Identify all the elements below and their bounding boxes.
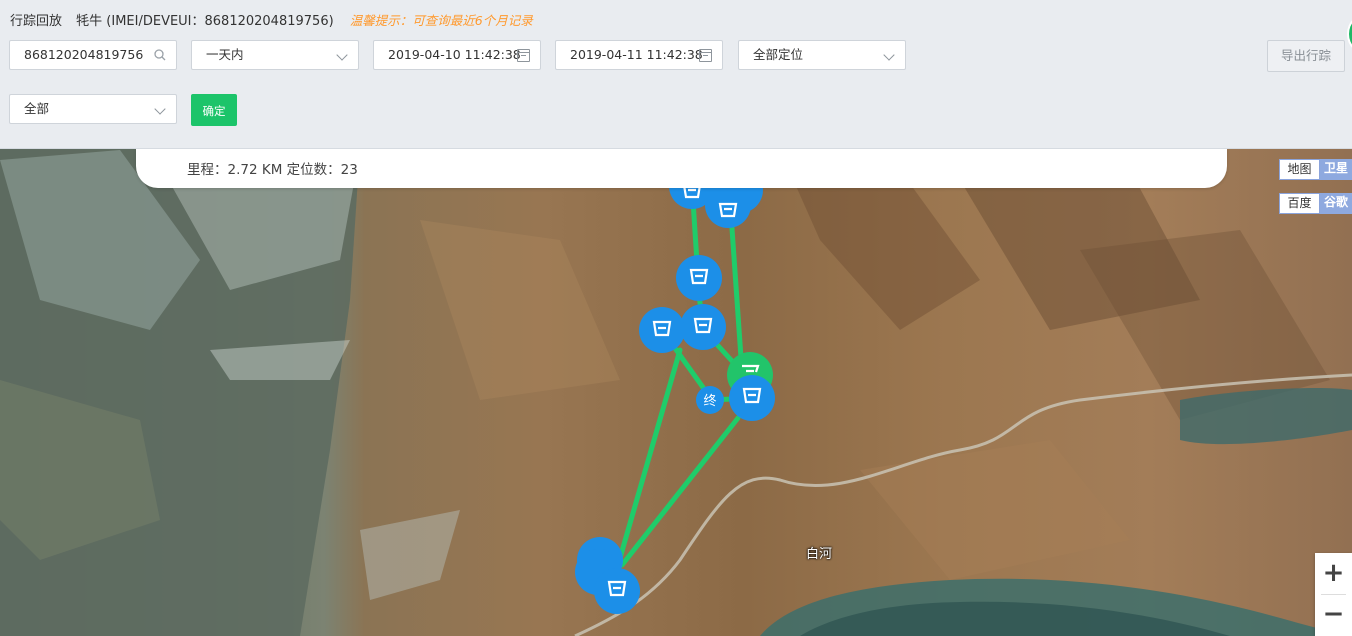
hint-text: 温馨提示：可查询最近6个月记录 — [349, 13, 533, 28]
map-type-map-button[interactable]: 地图 — [1279, 159, 1320, 180]
category-select-value: 全部 — [24, 101, 50, 116]
track-marker[interactable] — [680, 304, 726, 350]
river-label: 白河 — [806, 547, 833, 562]
page-title: 行踪回放 — [10, 14, 63, 29]
device-search-value: 868120204819756 — [24, 47, 144, 62]
track-marker[interactable] — [594, 568, 640, 614]
track-marker[interactable] — [676, 255, 722, 301]
filter-panel: 行踪回放 牦牛 (IMEI/DEVEUI：868120204819756) 温馨… — [0, 0, 1352, 149]
track-marker[interactable] — [729, 375, 775, 421]
range-select[interactable]: 一天内 — [191, 40, 359, 70]
end-marker[interactable]: 终 — [696, 386, 724, 414]
category-select[interactable]: 全部 — [9, 94, 177, 124]
map-type-toggle: 地图 卫星 — [1279, 159, 1352, 180]
end-time-input[interactable]: 2019-04-11 11:42:38 — [555, 40, 723, 70]
device-label: 牦牛 (IMEI/DEVEUI：868120204819756) — [76, 14, 334, 29]
calendar-icon — [517, 49, 530, 62]
map-source-baidu-button[interactable]: 百度 — [1279, 193, 1320, 214]
map-source-toggle: 百度 谷歌 — [1279, 193, 1352, 214]
title-row: 行踪回放 牦牛 (IMEI/DEVEUI：868120204819756) 温馨… — [10, 12, 533, 30]
start-time-input[interactable]: 2019-04-10 11:42:38 — [373, 40, 541, 70]
search-icon[interactable] — [154, 41, 166, 71]
chevron-down-icon — [336, 49, 348, 61]
track-summary: 里程：2.72 KM 定位数：23 — [187, 162, 358, 178]
end-marker-label: 终 — [703, 393, 716, 409]
end-time-value: 2019-04-11 11:42:38 — [570, 47, 703, 62]
confirm-button[interactable]: 确定 — [191, 94, 237, 126]
export-track-button[interactable]: 导出行踪 — [1267, 40, 1345, 72]
track-summary-bar: 里程：2.72 KM 定位数：23 — [136, 148, 1227, 188]
chevron-down-icon — [883, 49, 895, 61]
zoom-out-button[interactable]: − — [1315, 594, 1352, 635]
map-source-google-button[interactable]: 谷歌 — [1320, 193, 1352, 214]
locate-type-select[interactable]: 全部定位 — [738, 40, 906, 70]
start-time-value: 2019-04-10 11:42:38 — [388, 47, 521, 62]
range-select-value: 一天内 — [206, 47, 244, 62]
zoom-in-button[interactable]: + — [1315, 553, 1352, 594]
chevron-down-icon — [154, 103, 166, 115]
zoom-control: + − — [1315, 553, 1352, 636]
calendar-icon — [699, 49, 712, 62]
track-marker[interactable] — [639, 307, 685, 353]
device-search-input[interactable]: 868120204819756 — [9, 40, 177, 70]
locate-type-value: 全部定位 — [753, 47, 804, 62]
map-type-satellite-button[interactable]: 卫星 — [1320, 159, 1352, 180]
